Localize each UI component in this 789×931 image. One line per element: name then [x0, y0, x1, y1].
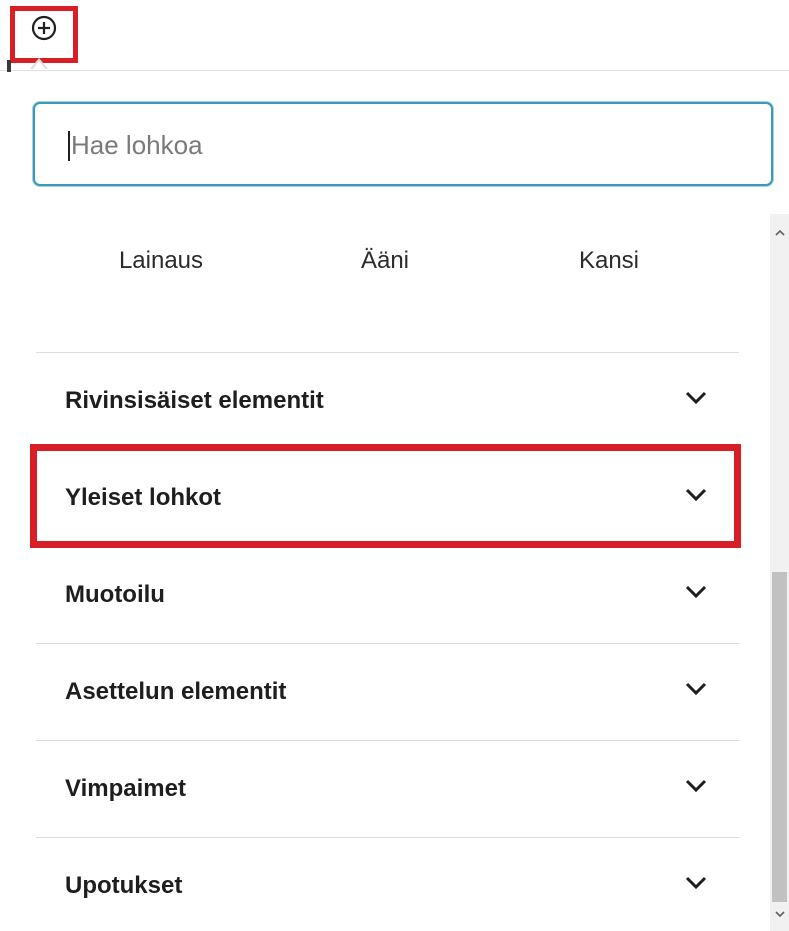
- inserter-block-list: Lainaus Ääni Kansi Rivinsisäiset element…: [0, 214, 770, 931]
- panel-common-blocks[interactable]: Yleiset lohkot: [36, 449, 739, 546]
- block-item-quote[interactable]: Lainaus: [86, 244, 236, 304]
- chevron-down-icon: [685, 488, 707, 502]
- most-used-blocks: Lainaus Ääni Kansi: [0, 244, 770, 304]
- chevron-down-icon: [774, 910, 785, 917]
- editor-toolbar: [0, 0, 789, 71]
- block-item-audio[interactable]: Ääni: [310, 244, 460, 304]
- chevron-down-icon: [685, 682, 707, 696]
- popover-edge: [7, 60, 11, 72]
- scroll-down-button[interactable]: [770, 904, 789, 924]
- panel-title: Muotoilu: [65, 581, 165, 608]
- chevron-down-icon: [685, 779, 707, 793]
- chevron-down-icon: [685, 876, 707, 890]
- panel-title: Rivinsisäiset elementit: [65, 387, 324, 414]
- scroll-up-button[interactable]: [770, 222, 789, 242]
- panel-title: Yleiset lohkot: [65, 484, 222, 511]
- panel-title: Vimpaimet: [65, 775, 186, 802]
- panel-widgets[interactable]: Vimpaimet: [36, 740, 739, 837]
- plus-circle-icon: [31, 15, 57, 41]
- panel-title: Asettelun elementit: [65, 678, 287, 705]
- search-field[interactable]: [33, 102, 773, 186]
- panel-layout-elements[interactable]: Asettelun elementit: [36, 643, 739, 740]
- search-input[interactable]: [71, 122, 731, 168]
- add-block-button[interactable]: [10, 6, 78, 63]
- panel-inline-elements[interactable]: Rivinsisäiset elementit: [36, 352, 739, 449]
- panel-embeds[interactable]: Upotukset: [36, 837, 739, 931]
- category-panels: Rivinsisäiset elementit Yleiset lohkot M…: [36, 352, 739, 931]
- chevron-up-icon: [774, 229, 785, 236]
- block-item-cover[interactable]: Kansi: [534, 244, 684, 304]
- panel-title: Upotukset: [65, 872, 183, 899]
- scroll-thumb[interactable]: [772, 572, 787, 902]
- scrollbar[interactable]: [770, 214, 789, 931]
- block-inserter-screen: Lainaus Ääni Kansi Rivinsisäiset element…: [0, 0, 789, 931]
- chevron-down-icon: [685, 585, 707, 599]
- text-caret: [68, 131, 70, 161]
- chevron-down-icon: [685, 391, 707, 405]
- panel-formatting[interactable]: Muotoilu: [36, 546, 739, 643]
